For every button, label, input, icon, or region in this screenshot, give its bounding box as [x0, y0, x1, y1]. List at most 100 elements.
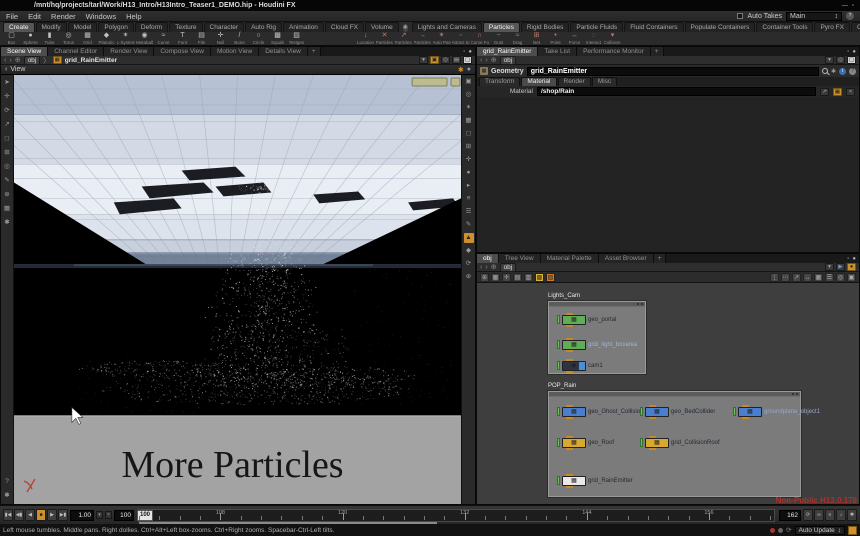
node-display-flag[interactable] [557, 438, 560, 447]
grid-icon[interactable]: ▦ [491, 273, 500, 282]
transport-step-forward-button[interactable]: ▶▮ [58, 509, 68, 521]
shelf-tool-net[interactable]: ⊞Net [527, 32, 546, 45]
shelf-tab-animation[interactable]: Animation [283, 22, 324, 32]
scene-tab-scene-view[interactable]: Scene View [1, 47, 48, 56]
shelf-tool-font[interactable]: TFont [173, 32, 192, 45]
list-icon[interactable]: ☰ [464, 207, 474, 217]
forward-arrow-icon[interactable]: › [485, 263, 487, 272]
shelf-tab-deform[interactable]: Deform [135, 22, 168, 32]
shelf-tab-cloth[interactable]: Cloth [851, 22, 860, 32]
takes-menu-icon[interactable]: ? [846, 12, 854, 20]
expand-icon[interactable]: ↔ [803, 273, 812, 282]
back-arrow-icon[interactable]: ‹ [4, 56, 6, 65]
forward-arrow-icon[interactable]: › [485, 56, 487, 65]
shelf-tool-interact[interactable]: ◌Interact [584, 32, 603, 45]
path-root-chip[interactable]: obj [24, 56, 41, 65]
info-icon[interactable]: i [839, 68, 846, 75]
param-tab-transform[interactable]: Transform [479, 77, 520, 87]
shelf-tool-null[interactable]: ✛Null [211, 32, 230, 45]
take-dropdown[interactable]: Main ↕ [786, 12, 842, 21]
search-icon[interactable] [822, 68, 828, 74]
node-cam1[interactable]: ◉cam1 [557, 360, 603, 371]
shelf-tool-grid[interactable]: ▦Grid [78, 32, 97, 45]
shelf-tab-lights-and-cameras[interactable]: Lights and Cameras [412, 22, 482, 32]
template-icon[interactable]: ▦ [2, 204, 12, 214]
shelf-tool-metaball[interactable]: ◉Metaball [135, 32, 154, 45]
range-end-field[interactable]: 162 [779, 510, 801, 521]
list-view-icon[interactable]: ☰ [825, 273, 834, 282]
audio-icon[interactable]: ♪ [836, 509, 846, 521]
shelf-tab-fluid-containers[interactable]: Fluid Containers [624, 22, 683, 32]
pin-icon[interactable]: ⊕ [491, 263, 497, 272]
param-tab-misc[interactable]: Misc [592, 77, 617, 87]
search-icon[interactable]: ● [847, 263, 856, 271]
node-output-connector[interactable] [649, 448, 656, 450]
shelf-tool-curve[interactable]: ≈Curve [154, 32, 173, 45]
node-tile-icon[interactable]: ▦ [562, 407, 586, 417]
node-name-field[interactable]: grid_RainEmitter [527, 67, 819, 76]
smooth-shade-icon[interactable]: ◻ [464, 129, 474, 139]
shelf-tool-bone[interactable]: /Bone [230, 32, 249, 45]
shelf-tab-particle-fluids[interactable]: Particle Fluids [570, 22, 623, 32]
shelf-tool-auto-parco[interactable]: ✶Auto Parco... [432, 32, 451, 45]
node-display-flag[interactable] [640, 407, 643, 416]
shelf-tab-container-tools[interactable]: Container Tools [756, 22, 813, 32]
shelf-tool-tube[interactable]: ▮Tube [40, 32, 59, 45]
shelf-tool-particles-fr[interactable]: →Particles fr... [413, 32, 432, 45]
node-output-connector[interactable] [566, 448, 573, 450]
node-tile-icon[interactable]: ▦ [738, 407, 762, 417]
node-grid-collisionroof[interactable]: ▦grid_CollisionRoof [640, 437, 720, 448]
node-geo-bedcollider[interactable]: ▦geo_BedCollider [640, 406, 715, 417]
minimize-icon[interactable]: — [842, 3, 848, 9]
params-tab-performance-monitor[interactable]: Performance Monitor [577, 47, 651, 56]
shelf-tool-torus[interactable]: ◎Torus [59, 32, 78, 45]
shelf-tab-rigid-bodies[interactable]: Rigid Bodies [521, 22, 570, 32]
path-dropdown-icon[interactable]: ▾ [825, 56, 834, 64]
organize-icon[interactable]: ▥ [524, 273, 533, 282]
pin-icon[interactable]: ⊕ [15, 56, 21, 65]
node-input-connector[interactable] [649, 405, 656, 407]
node-output-connector[interactable] [566, 350, 573, 352]
range-lock-icon[interactable]: × [105, 511, 112, 519]
audio-icon[interactable] [778, 528, 783, 533]
grid-display-icon[interactable]: ⊞ [464, 142, 474, 152]
path-root-chip[interactable]: obj [500, 56, 517, 65]
transport-stop-button[interactable]: ■ [36, 509, 46, 521]
color-yellow-icon[interactable]: ▩ [535, 273, 544, 282]
shelf-tool-sphere[interactable]: ●Sphere [21, 32, 40, 45]
shelf-tab-auto-rig[interactable]: Auto Rig [245, 22, 282, 32]
pane-float-icon[interactable]: ▫ [847, 256, 849, 262]
settings-icon[interactable]: ✱ [2, 218, 12, 228]
pane-maximize-icon[interactable]: ▢ [847, 56, 856, 64]
arrow-ne-icon[interactable]: ↗ [792, 273, 801, 282]
shelf-tool-l-system[interactable]: ✶L-System [116, 32, 135, 45]
help-icon[interactable]: ? [849, 68, 856, 75]
ellipsis-icon[interactable]: ⋯ [781, 273, 790, 282]
scene-tab-channel-editor[interactable]: Channel Editor [48, 47, 104, 56]
node-input-connector[interactable] [566, 474, 573, 476]
network-canvas[interactable]: Lights_Cam▦geo_portal▦grid_light_boxarea… [477, 283, 859, 504]
shelf-tab-texture[interactable]: Texture [169, 22, 202, 32]
range-toggle-icon[interactable]: ▾ [96, 511, 103, 519]
transport-play-reverse-button[interactable]: ◀ [25, 509, 35, 521]
shelf-tool-location[interactable]: ↓Location [356, 32, 375, 45]
shelf-tool-testgeo[interactable]: ▨Testgeo [287, 32, 306, 45]
material-path-field[interactable]: /shop/Rain [537, 87, 816, 96]
node-output-connector[interactable] [566, 417, 573, 419]
back-arrow-icon[interactable]: ‹ [480, 56, 482, 65]
menu-windows[interactable]: Windows [86, 12, 116, 21]
node-output-connector[interactable] [742, 417, 749, 419]
timeline[interactable]: 100 108120132144156 [138, 509, 775, 522]
target-icon[interactable]: ◎ [836, 273, 845, 282]
back-arrow-icon[interactable]: ‹ [480, 263, 482, 272]
shelf-tool-point[interactable]: •Point [546, 32, 565, 45]
node-tile-icon[interactable]: ▦ [562, 315, 586, 325]
node-tile-icon[interactable]: ▦ [562, 476, 586, 486]
shelf-tool-particles-fr[interactable]: ↗Particles fr... [394, 32, 413, 45]
node-input-connector[interactable] [742, 405, 749, 407]
pane-split-icon[interactable]: ▤ [452, 56, 461, 64]
shading-icon[interactable]: ◎ [464, 90, 474, 100]
node-display-flag[interactable] [733, 407, 736, 416]
param-tab-material[interactable]: Material [521, 77, 556, 87]
scale-tool-icon[interactable]: ↗ [2, 120, 12, 130]
